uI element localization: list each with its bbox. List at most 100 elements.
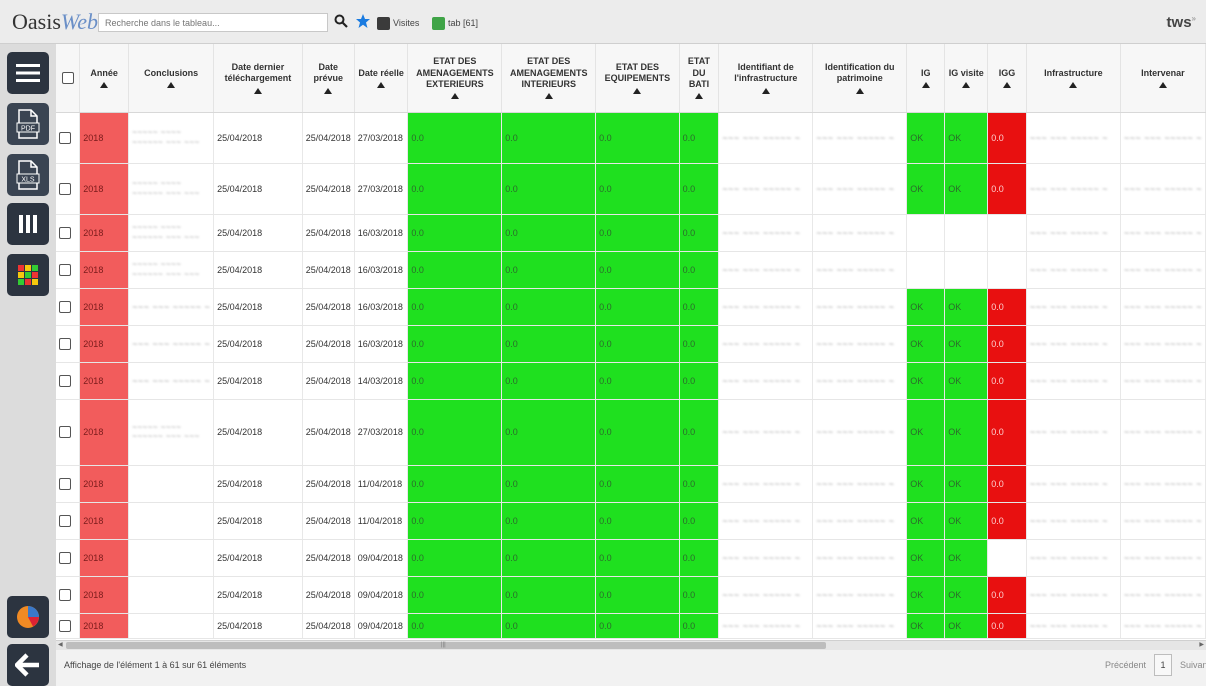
column-header-date-reelle[interactable]: Date réelle <box>354 44 409 113</box>
cell-conclusions: ~~~~~ ~~~~ ~~~~~~ ~~~ ~~~ <box>128 112 215 164</box>
table-row[interactable]: 2018 ~~~ ~~~ ~~~~~ ~ 25/04/2018 25/04/2018 1… <box>56 362 1206 400</box>
chart-button[interactable] <box>7 596 49 638</box>
sort-asc-icon[interactable] <box>450 93 459 100</box>
hamburger-icon <box>16 64 40 82</box>
column-header-date-dl[interactable]: Date dernier téléchargement <box>213 44 303 113</box>
cell-conclusions: ~~~~~ ~~~~ ~~~~~~ ~~~ ~~~ <box>128 163 215 215</box>
cell-etat-int: 0.0 <box>501 251 597 289</box>
row-checkbox[interactable] <box>59 182 71 195</box>
row-checkbox[interactable] <box>59 300 71 313</box>
table-row[interactable]: 2018 ~~~~~ ~~~~ ~~~~~~ ~~~ ~~~ 25/04/2018 2… <box>56 112 1206 164</box>
sort-asc-icon[interactable] <box>377 81 386 88</box>
heatmap-button[interactable] <box>7 254 49 296</box>
sort-asc-icon[interactable] <box>855 87 864 94</box>
cell-id-patri: ~~~ ~~~ ~~~~~ ~ <box>812 539 908 577</box>
sort-asc-icon[interactable] <box>544 93 553 100</box>
sort-asc-icon[interactable] <box>253 87 262 94</box>
table-row[interactable]: 2018 ~~~ ~~~ ~~~~~ ~ 25/04/2018 25/04/2018 1… <box>56 325 1206 363</box>
select-all-checkbox[interactable] <box>61 71 74 84</box>
tab-button[interactable]: tab [61] <box>432 16 478 30</box>
sort-asc-icon[interactable] <box>694 93 703 100</box>
row-checkbox[interactable] <box>59 514 71 527</box>
row-checkbox[interactable] <box>59 337 71 350</box>
table-row[interactable]: 2018 ~~~~~ ~~~~ ~~~~~~ ~~~ ~~~ 25/04/2018 2… <box>56 399 1206 466</box>
column-header-etat-equip[interactable]: ETAT DES EQUIPEMENTS <box>595 44 680 113</box>
cell-ig-visite: OK <box>944 362 989 400</box>
redacted-text: ~~~ ~~~ ~~~~~ ~ <box>1029 227 1108 238</box>
column-header-interv[interactable]: Intervenar <box>1120 44 1206 113</box>
column-header-etat-ext[interactable]: ETAT DES AMENAGEMENTS EXTERIEURS <box>407 44 503 113</box>
user-menu[interactable]: tws» <box>1167 14 1196 31</box>
app-logo[interactable]: OasisWeb <box>12 9 98 35</box>
table-row[interactable]: 2018 ~~~~~ ~~~~ ~~~~~~ ~~~ ~~~ 25/04/2018 2… <box>56 251 1206 289</box>
column-header-id-infra[interactable]: Identifiant de l'infrastructure <box>718 44 814 113</box>
sort-asc-icon[interactable] <box>962 81 971 88</box>
scroll-right-icon[interactable]: ▶ <box>1199 641 1204 648</box>
column-header-annee[interactable]: Année <box>79 44 130 113</box>
row-checkbox[interactable] <box>59 131 71 144</box>
cell-value: 0.0 <box>991 338 1004 349</box>
row-checkbox[interactable] <box>59 477 71 490</box>
table-row[interactable]: 2018 ~~~~~ ~~~~ ~~~~~~ ~~~ ~~~ 25/04/2018 2… <box>56 163 1206 215</box>
export-pdf-button[interactable]: PDF <box>7 103 49 145</box>
table-row[interactable]: 2018 25/04/2018 25/04/2018 11/04/2018 0.0 0.0… <box>56 502 1206 540</box>
row-checkbox[interactable] <box>59 374 71 387</box>
column-header-etat-int[interactable]: ETAT DES AMENAGEMENTS INTERIEURS <box>501 44 597 113</box>
row-checkbox[interactable] <box>59 226 71 239</box>
column-header-igg[interactable]: IGG <box>987 44 1027 113</box>
back-button[interactable] <box>7 644 49 686</box>
column-header-conclusions[interactable]: Conclusions <box>128 44 215 113</box>
search-icon[interactable] <box>334 14 348 33</box>
sort-asc-icon[interactable] <box>167 81 176 88</box>
column-header-infra[interactable]: Infrastructure <box>1026 44 1121 113</box>
row-checkbox[interactable] <box>59 263 71 276</box>
column-header-ig-visite[interactable]: IG visite <box>944 44 989 113</box>
table-row[interactable]: 2018 25/04/2018 25/04/2018 09/04/2018 0.0 0.0… <box>56 539 1206 577</box>
columns-button[interactable] <box>7 203 49 245</box>
sort-asc-icon[interactable] <box>324 87 333 94</box>
sort-asc-icon[interactable] <box>1069 81 1078 88</box>
horizontal-scrollbar[interactable]: ◀ ||| ▶ <box>56 640 1206 650</box>
table-row[interactable]: 2018 ~~~ ~~~ ~~~~~ ~ 25/04/2018 25/04/2018 1… <box>56 288 1206 326</box>
redacted-text: ~~~ ~~~ ~~~~~ ~ <box>1029 132 1108 143</box>
search-input[interactable] <box>98 13 328 32</box>
sort-asc-icon[interactable] <box>921 81 930 88</box>
cell-id-infra: ~~~ ~~~ ~~~~~ ~ <box>718 251 814 289</box>
sort-asc-icon[interactable] <box>1158 81 1167 88</box>
star-icon[interactable] <box>355 13 371 34</box>
scrollbar-thumb[interactable] <box>66 642 826 649</box>
sort-asc-icon[interactable] <box>761 87 770 94</box>
row-checkbox[interactable] <box>59 426 71 438</box>
column-header-id-patri[interactable]: Identification du patrimoine <box>812 44 908 113</box>
columns-icon <box>19 215 37 233</box>
row-checkbox[interactable] <box>59 588 71 601</box>
row-checkbox[interactable] <box>59 619 71 632</box>
page-number-button[interactable]: 1 <box>1154 654 1172 676</box>
cell-value: 25/04/2018 <box>217 183 263 194</box>
scroll-left-icon[interactable]: ◀ <box>58 641 63 648</box>
sort-asc-icon[interactable] <box>633 87 642 94</box>
redacted-text: ~~~ ~~~ ~~~~~ ~ <box>722 589 801 600</box>
cell-value: 25/04/2018 <box>305 515 351 526</box>
column-header-ig[interactable]: IG <box>906 44 946 113</box>
cell-etat-equip: 0.0 <box>595 465 680 503</box>
column-header-etat-bati[interactable]: ETAT DU BATI <box>679 44 720 113</box>
cell-etat-equip: 0.0 <box>595 325 680 363</box>
prev-page-button[interactable]: Précédent <box>1105 660 1146 670</box>
row-checkbox[interactable] <box>59 551 71 564</box>
export-xls-button[interactable]: XLS <box>7 154 49 196</box>
table-row[interactable]: 2018 25/04/2018 25/04/2018 09/04/2018 0.0 0.0… <box>56 613 1206 639</box>
column-header-date-prevue[interactable]: Date prévue <box>302 44 355 113</box>
cell-date-reelle: 27/03/2018 <box>354 399 409 466</box>
table-row[interactable]: 2018 25/04/2018 25/04/2018 11/04/2018 0.0 0.0… <box>56 465 1206 503</box>
redacted-text: ~~~ ~~~ ~~~~~ ~ <box>1123 338 1202 349</box>
sort-asc-icon[interactable] <box>1003 81 1012 88</box>
table-row[interactable]: 2018 25/04/2018 25/04/2018 09/04/2018 0.0 0.0… <box>56 576 1206 614</box>
user-close-icon[interactable]: » <box>1192 14 1196 23</box>
visits-button[interactable]: Visites <box>377 16 419 30</box>
sort-asc-icon[interactable] <box>100 81 109 88</box>
table-row[interactable]: 2018 ~~~~~ ~~~~ ~~~~~~ ~~~ ~~~ 25/04/2018 2… <box>56 214 1206 252</box>
menu-button[interactable] <box>7 52 49 94</box>
cell-etat-bati: 0.0 <box>679 465 720 503</box>
next-page-button[interactable]: Suivant <box>1180 660 1206 670</box>
